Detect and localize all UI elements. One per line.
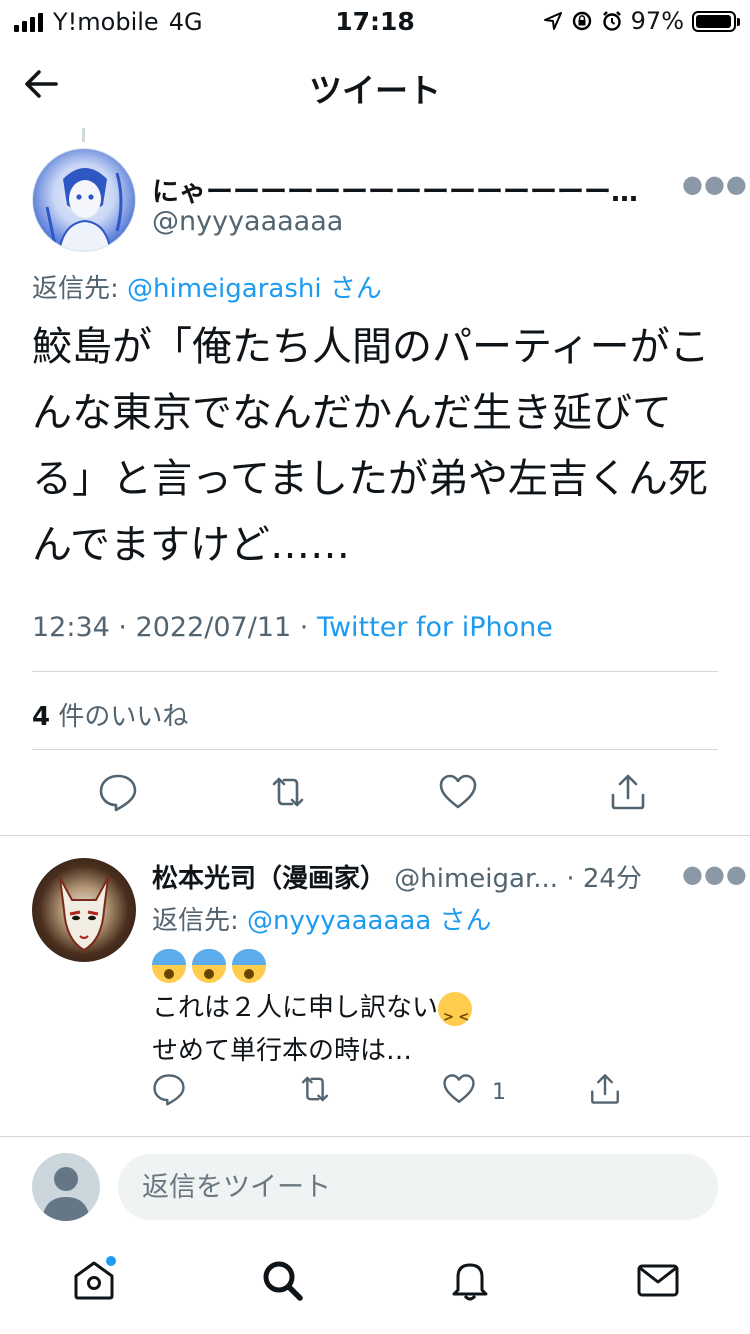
tweet-actions	[0, 772, 750, 818]
heart-icon[interactable]	[442, 1072, 476, 1106]
reply-composer	[0, 1136, 750, 1232]
author-name[interactable]: にゃーーーーーーーーーーーーーーーーーーーーー	[152, 170, 662, 209]
unread-dot	[106, 1256, 116, 1266]
reply-line-2-text: これは２人に申し訳ない	[152, 993, 439, 1023]
reply-tweet[interactable]: 松本光司（漫画家） @himeigar... · 24分 ●●● 返信先: @n…	[0, 836, 750, 1136]
bottom-tab-bar	[0, 1232, 750, 1334]
location-icon	[543, 12, 562, 30]
comment-icon[interactable]	[98, 772, 138, 812]
tweet-meta: 12:34 · 2022/07/11 · Twitter for iPhone	[32, 612, 553, 643]
reply-to-label: 返信先:	[32, 274, 128, 304]
reply-emoji-line	[152, 944, 712, 987]
reply-author-name[interactable]: 松本光司（漫画家）	[152, 864, 386, 894]
avatar[interactable]	[32, 858, 136, 962]
reply-to-link[interactable]: @himeigarashi	[127, 274, 322, 304]
likes-label: 件のいいね	[58, 702, 189, 732]
likes-number: 4	[32, 702, 51, 732]
separator: ·	[558, 864, 583, 894]
reply-line-3: せめて単行本の時は…	[152, 1036, 413, 1066]
default-avatar-icon[interactable]	[32, 1153, 100, 1221]
more-options-icon[interactable]: ●●●	[682, 170, 748, 198]
share-icon[interactable]	[588, 1072, 622, 1106]
reply-text: これは２人に申し訳ない せめて単行本の時は…	[152, 944, 712, 1073]
battery-icon	[692, 10, 740, 32]
person-silhouette-icon	[42, 1167, 90, 1221]
likes-count[interactable]: 4 件のいいね	[32, 696, 188, 733]
page-title: ツイート	[309, 71, 441, 110]
tweet-time: 12:34	[32, 612, 110, 643]
comment-icon[interactable]	[152, 1072, 186, 1106]
reply-author-handle[interactable]: @himeigar...	[394, 864, 558, 894]
tweet-date: 2022/07/11	[135, 612, 292, 643]
heart-icon[interactable]	[438, 772, 478, 812]
reply-actions: 1	[0, 1072, 750, 1112]
reply-time: 24分	[582, 864, 642, 894]
envelope-icon[interactable]	[634, 1256, 682, 1304]
reply-to-link[interactable]: @nyyyaaaaaa	[247, 906, 431, 936]
reply-input[interactable]	[118, 1154, 718, 1220]
reply-line-2: これは２人に申し訳ない	[152, 987, 712, 1039]
reply-to-suffix: さん	[321, 274, 382, 304]
avatar-illustration	[45, 168, 123, 251]
bell-icon[interactable]	[446, 1256, 494, 1304]
status-bar: Y!mobile 4G 17:18 97%	[0, 0, 750, 40]
more-options-icon[interactable]: ●●●	[682, 860, 748, 888]
reply-to-line: 返信先: @himeigarashi さん	[32, 268, 382, 305]
scream-emoji-icon	[232, 948, 266, 983]
retweet-icon[interactable]	[268, 772, 308, 812]
alarm-icon	[602, 11, 621, 31]
tweet-source[interactable]: Twitter for iPhone	[317, 612, 553, 643]
scream-emoji-icon	[192, 948, 226, 983]
reply-to-suffix: さん	[431, 906, 492, 936]
share-icon[interactable]	[608, 772, 648, 812]
divider	[32, 749, 718, 750]
retweet-icon[interactable]	[298, 1072, 332, 1106]
reply-header: 松本光司（漫画家） @himeigar... · 24分	[152, 858, 672, 895]
top-nav: ツイート	[0, 40, 750, 128]
fox-mask-illustration	[59, 877, 109, 952]
scream-emoji-icon	[152, 948, 186, 983]
author-handle[interactable]: @nyyyaaaaaa	[152, 206, 343, 237]
divider	[32, 671, 718, 672]
reply-to-line: 返信先: @nyyyaaaaaa さん	[152, 900, 492, 937]
thread-connector	[82, 128, 85, 142]
rotation-lock-icon	[572, 11, 591, 31]
status-right: 97%	[543, 7, 740, 35]
avatar[interactable]	[32, 148, 136, 252]
battery-percent: 97%	[630, 7, 684, 35]
like-count: 1	[492, 1080, 506, 1105]
reply-to-label: 返信先:	[152, 906, 248, 936]
confounded-emoji-icon	[438, 991, 473, 1039]
search-icon[interactable]	[258, 1256, 306, 1304]
tweet-text: 鮫島が「俺たち人間のパーティーがこんな東京でなんだかんだ生き延びてる」と言ってま…	[32, 324, 710, 568]
